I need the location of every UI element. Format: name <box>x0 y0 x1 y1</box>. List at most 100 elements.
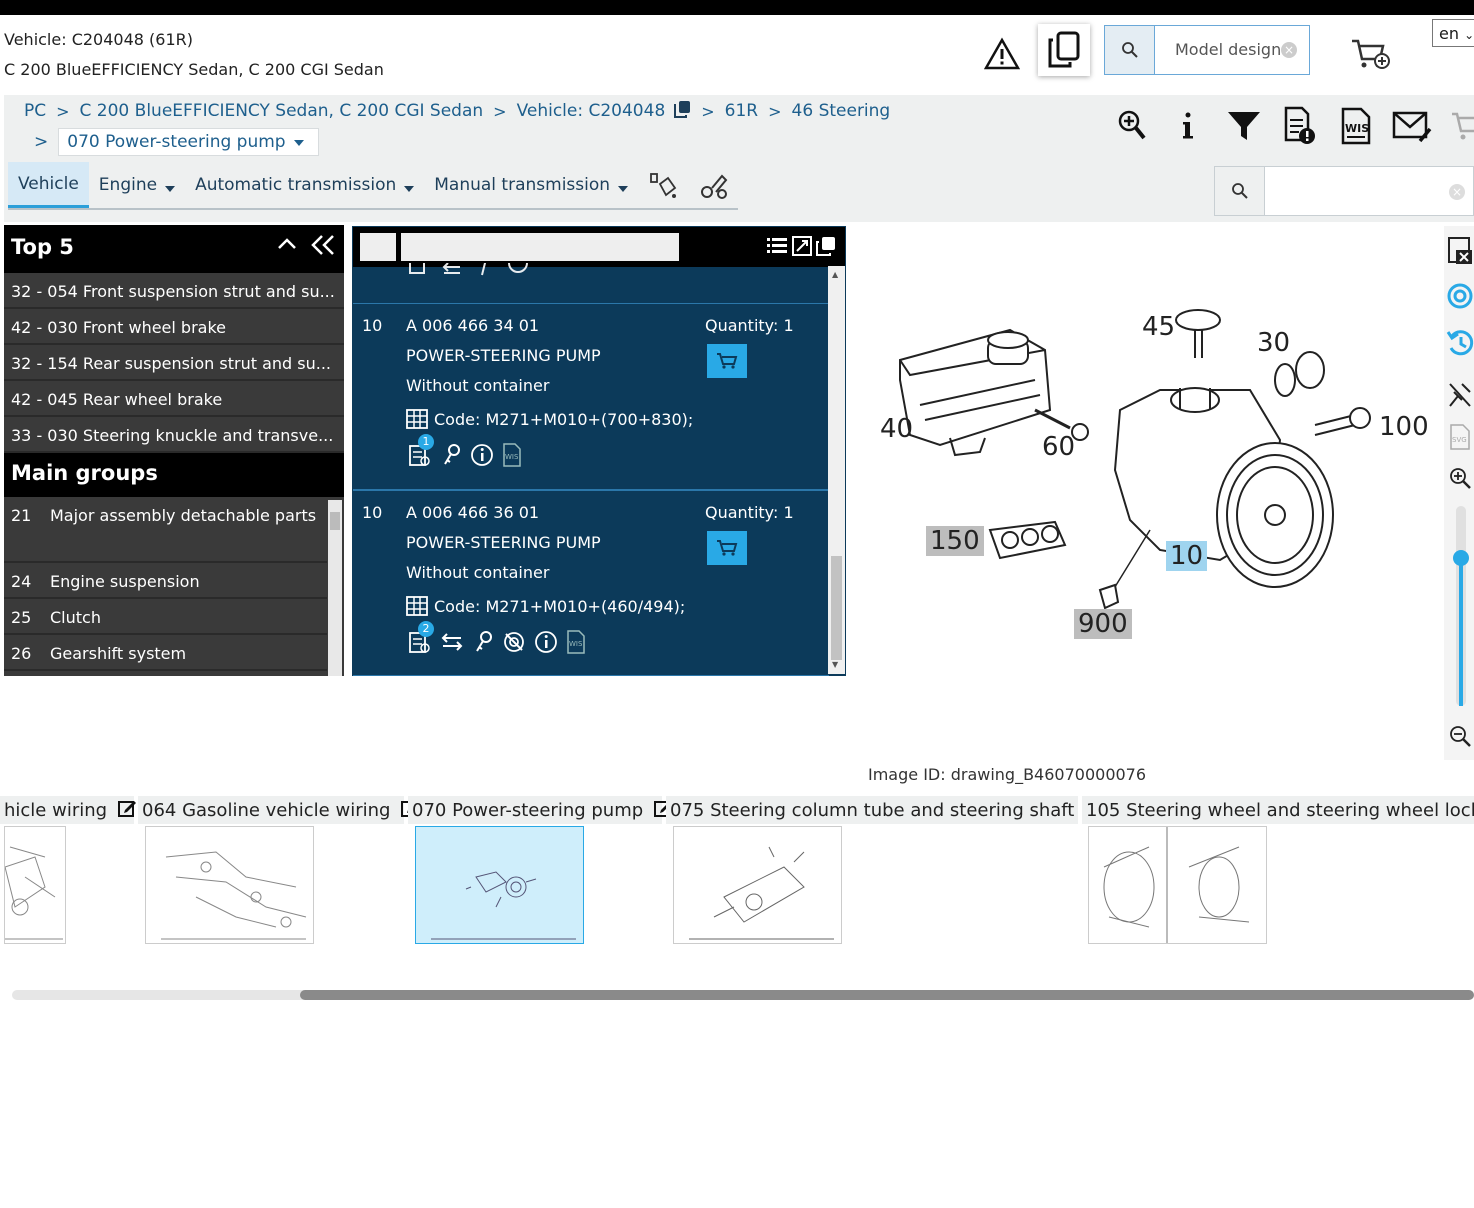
parts-filter-input[interactable] <box>401 233 679 261</box>
tools-icon[interactable] <box>688 162 738 208</box>
info-icon[interactable] <box>1160 104 1216 148</box>
key-icon[interactable] <box>472 630 494 658</box>
clear-icon[interactable]: × <box>1281 42 1297 58</box>
model-search-input[interactable]: Model design <box>1175 40 1281 59</box>
zoom-slider[interactable] <box>1453 506 1469 706</box>
thumbnail-title[interactable]: 064 Gasoline vehicle wiring <box>138 796 420 824</box>
top5-item[interactable]: 32 - 054 Front suspension strut and su..… <box>4 275 344 309</box>
zoom-in-icon[interactable] <box>1448 466 1472 494</box>
top5-item[interactable]: 33 - 030 Steering knuckle and transve... <box>4 419 344 453</box>
thumbnail-scrollbar-thumb[interactable] <box>300 990 1474 1000</box>
group-list-scrollbar[interactable] <box>328 500 342 676</box>
zoom-slider-handle[interactable] <box>1453 550 1469 566</box>
thumbnail-image[interactable] <box>673 826 842 944</box>
main-group-item[interactable]: 26 Gearshift system <box>4 637 327 671</box>
tab-automatic-transmission[interactable]: Automatic transmission <box>185 162 424 208</box>
breadcrumb-code[interactable]: 61R <box>725 101 758 121</box>
callout-40[interactable]: 40 <box>880 414 913 444</box>
callout-100[interactable]: 100 <box>1379 412 1429 442</box>
zoom-in-icon[interactable] <box>1104 104 1160 148</box>
notes-icon[interactable]: 1 <box>408 434 434 472</box>
notes-count-badge: 1 <box>418 434 434 450</box>
filter-field[interactable] <box>360 233 396 261</box>
top5-item[interactable]: 42 - 045 Rear wheel brake <box>4 383 344 417</box>
breadcrumb-vehicle[interactable]: Vehicle: C204048 <box>517 101 666 121</box>
no-parts-icon[interactable] <box>502 630 526 658</box>
zoom-out-icon[interactable] <box>1448 724 1472 752</box>
parts-list-scrollbar[interactable]: ▲ ▼ <box>828 266 845 674</box>
thumbnail-title-active[interactable]: 070 Power-steering pump <box>408 796 673 824</box>
thumbnail-title[interactable]: 105 Steering wheel and steering wheel lo… <box>1082 796 1474 824</box>
clear-icon[interactable]: × <box>1449 184 1465 200</box>
expand-icon[interactable] <box>791 235 813 261</box>
top5-item[interactable]: 42 - 030 Front wheel brake <box>4 311 344 345</box>
part-row[interactable]: 10 A 006 466 34 01 POWER-STEERING PUMP W… <box>353 303 829 490</box>
filter-icon[interactable] <box>1216 104 1272 148</box>
info-circle-icon[interactable] <box>470 443 494 471</box>
add-to-cart-icon[interactable] <box>1348 36 1392 72</box>
search-icon[interactable] <box>1215 167 1265 215</box>
tab-manual-transmission[interactable]: Manual transmission <box>424 162 638 208</box>
part-row[interactable]: 10 A 006 466 36 01 POWER-STEERING PUMP W… <box>353 490 829 676</box>
main-group-item[interactable]: 25 Clutch <box>4 601 327 635</box>
breadcrumb-group[interactable]: 46 Steering <box>792 101 891 121</box>
key-icon[interactable] <box>440 443 462 471</box>
thumbnail-title[interactable]: hicle wiring <box>0 796 137 824</box>
thumbnail-image[interactable] <box>4 826 66 944</box>
main-group-item[interactable]: 21 Major assembly detachable parts <box>4 499 327 563</box>
chevron-up-icon[interactable] <box>276 233 298 260</box>
part-number[interactable]: A 006 466 36 01 <box>406 503 539 522</box>
close-drawing-icon[interactable] <box>1446 236 1472 270</box>
wis-icon[interactable]: WIS <box>566 630 586 658</box>
breadcrumb-separator: > <box>701 101 715 121</box>
parts-search-box[interactable]: × <box>1214 166 1474 216</box>
document-alert-icon[interactable] <box>1272 104 1328 148</box>
parts-drawing[interactable]: 45 30 40 60 100 150 10 900 <box>860 240 1440 680</box>
mail-edit-icon[interactable] <box>1384 104 1440 148</box>
callout-900[interactable]: 900 <box>1074 609 1132 639</box>
thumbnail-image-active[interactable] <box>415 826 584 944</box>
callout-30[interactable]: 30 <box>1257 328 1290 358</box>
add-to-cart-button[interactable] <box>707 344 747 378</box>
callout-150[interactable]: 150 <box>926 526 984 556</box>
svg-text:SVG: SVG <box>1452 436 1467 444</box>
main-group-item[interactable]: 24 Engine suspension <box>4 565 327 599</box>
notes-icon[interactable]: 2 <box>408 621 434 659</box>
table-icon <box>406 409 428 429</box>
warning-icon[interactable] <box>982 34 1022 74</box>
top5-item[interactable]: 32 - 154 Rear suspension strut and su... <box>4 347 344 381</box>
edit-icon[interactable] <box>117 798 137 823</box>
search-icon[interactable] <box>1105 26 1155 74</box>
collapse-panel-icon[interactable] <box>310 233 336 262</box>
thumbnail-title[interactable]: 075 Steering column tube and steering sh… <box>666 796 1104 824</box>
thumbnail-image[interactable] <box>145 826 314 944</box>
copy-vin-icon[interactable] <box>673 100 691 122</box>
popout-icon[interactable] <box>815 235 837 261</box>
copy-button[interactable] <box>1038 24 1090 76</box>
cart-icon[interactable] <box>1440 104 1474 148</box>
part-number[interactable]: A 006 466 34 01 <box>406 316 539 335</box>
subgroup-dropdown[interactable]: 070 Power-steering pump <box>58 128 319 156</box>
info-circle-icon[interactable] <box>534 630 558 658</box>
thumbnail-scrollbar[interactable] <box>12 990 1474 1000</box>
wis-document-icon[interactable]: WIS <box>1328 104 1384 148</box>
paint-icon[interactable] <box>638 162 688 208</box>
language-select[interactable]: en ⌄ <box>1432 19 1474 47</box>
callout-10[interactable]: 10 <box>1166 541 1208 571</box>
pin-off-icon[interactable] <box>1448 382 1472 412</box>
tab-engine[interactable]: Engine <box>89 162 185 208</box>
callout-60[interactable]: 60 <box>1042 432 1075 462</box>
target-icon[interactable] <box>1446 282 1474 314</box>
add-to-cart-button[interactable] <box>707 531 747 565</box>
wis-icon[interactable]: WIS <box>502 443 522 471</box>
thumbnail-image[interactable] <box>1088 826 1267 944</box>
history-icon[interactable] <box>1446 328 1474 362</box>
callout-45[interactable]: 45 <box>1142 312 1175 342</box>
breadcrumb-model[interactable]: C 200 BlueEFFICIENCY Sedan, C 200 CGI Se… <box>80 101 484 121</box>
swap-icon[interactable] <box>440 631 464 657</box>
list-view-icon[interactable] <box>766 235 788 261</box>
breadcrumb-pc[interactable]: PC <box>24 101 46 121</box>
tab-vehicle[interactable]: Vehicle <box>8 162 89 208</box>
svg-download-icon[interactable]: SVG <box>1449 424 1471 454</box>
model-search-box[interactable]: Model design × <box>1104 25 1310 75</box>
